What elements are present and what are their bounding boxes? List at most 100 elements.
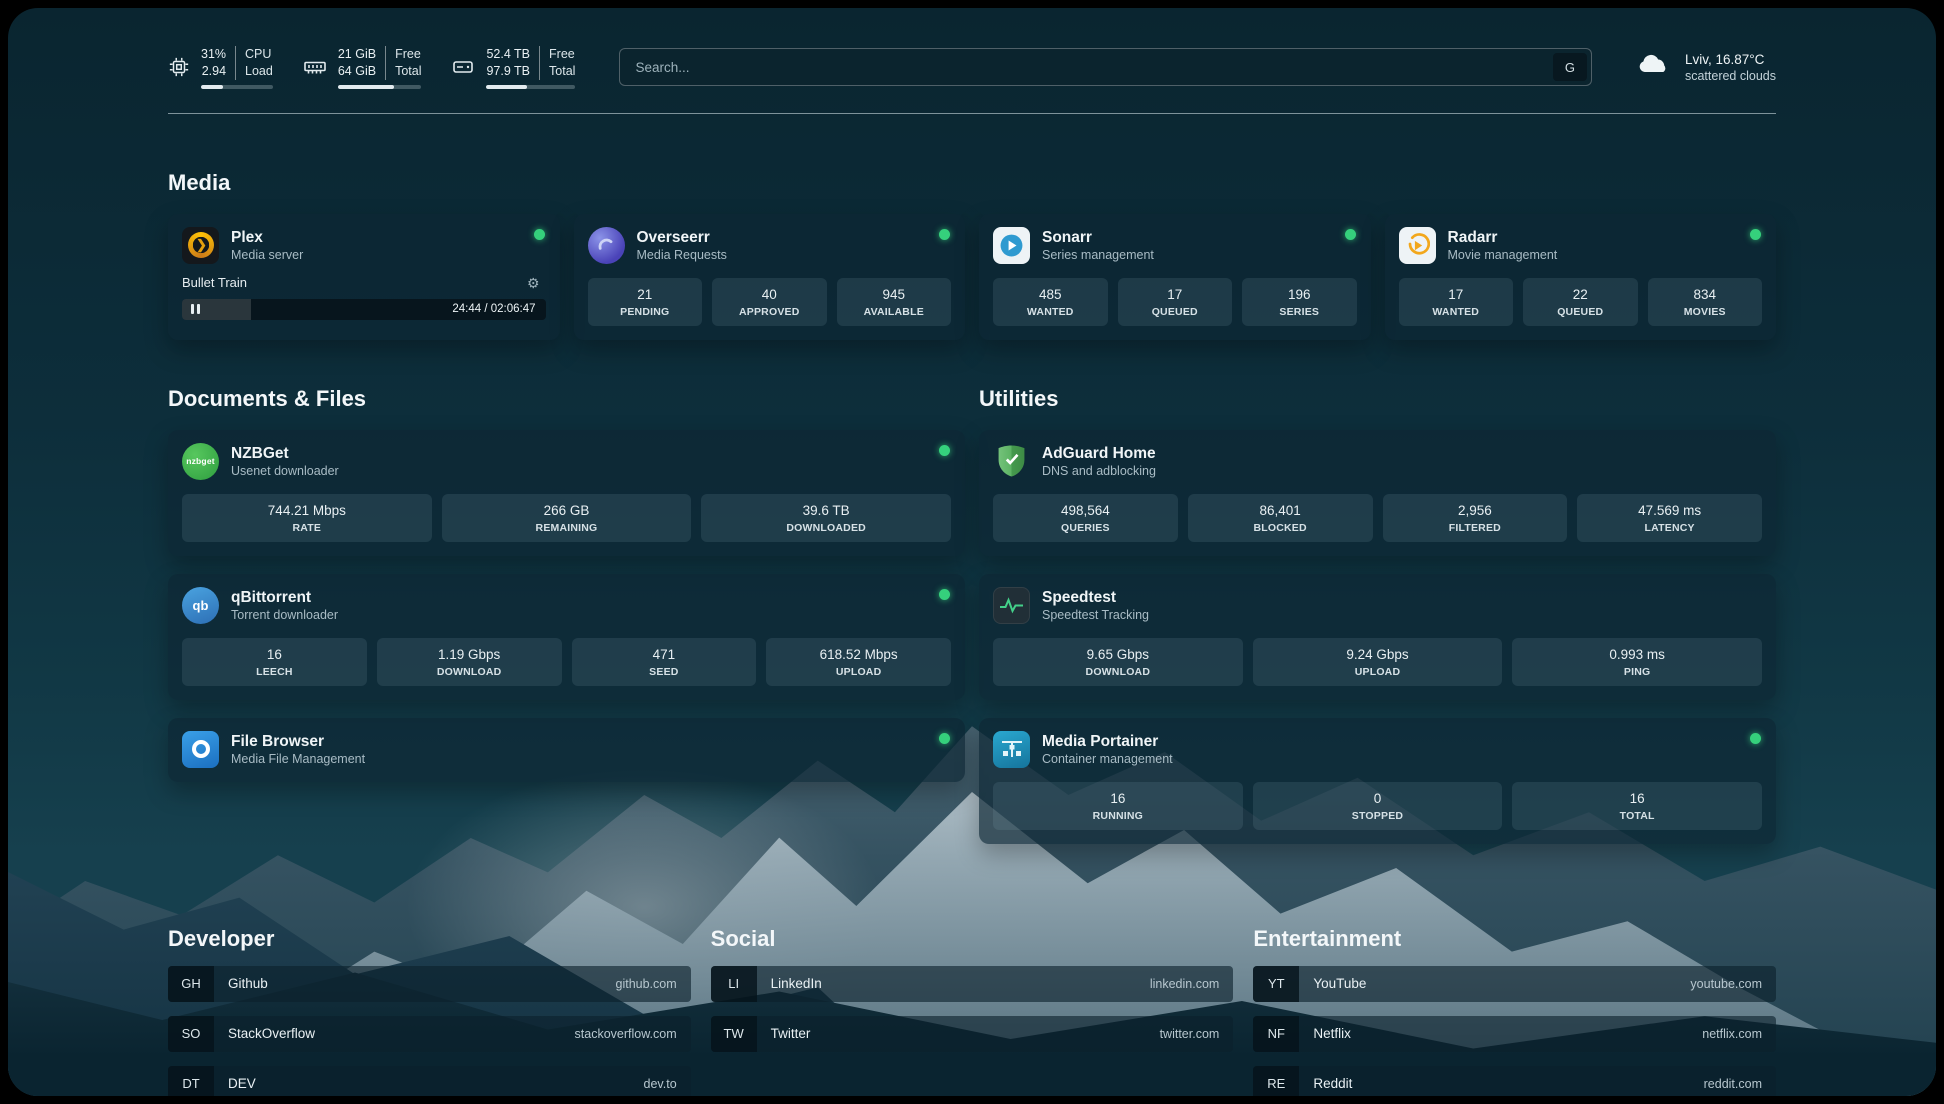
playback-time: 24:44 / 02:06:47 — [452, 303, 535, 315]
stat-tile: 21PENDING — [588, 278, 703, 326]
portainer-card[interactable]: Media Portainer Container management 16R… — [979, 718, 1776, 844]
app-desc: DNS and adblocking — [1042, 464, 1156, 478]
plex-card[interactable]: ❯ Plex Media server Bullet Train ⚙ 24:44… — [168, 214, 560, 340]
overseerr-card[interactable]: Overseerr Media Requests 21PENDING 40APP… — [574, 214, 966, 340]
bookmark-name: YouTube — [1313, 976, 1366, 991]
stat-tile: 266 GBREMAINING — [442, 494, 692, 542]
app-desc: Torrent downloader — [231, 608, 338, 622]
app-desc: Media Requests — [637, 248, 727, 262]
stat-tile: 2,956FILTERED — [1383, 494, 1568, 542]
status-dot — [939, 733, 950, 744]
app-desc: Media server — [231, 248, 303, 262]
stat-tile: 618.52 MbpsUPLOAD — [766, 638, 951, 686]
status-dot — [939, 229, 950, 240]
status-dot — [1750, 733, 1761, 744]
radarr-icon — [1399, 227, 1436, 264]
bookmark-github[interactable]: GH Github github.com — [168, 966, 691, 1002]
filebrowser-card[interactable]: File Browser Media File Management — [168, 718, 965, 782]
app-name: AdGuard Home — [1042, 444, 1156, 463]
stat-tile: 86,401BLOCKED — [1188, 494, 1373, 542]
app-desc: Container management — [1042, 752, 1173, 766]
gear-icon[interactable]: ⚙ — [521, 275, 546, 291]
bookmark-linkedin[interactable]: LI LinkedIn linkedin.com — [711, 966, 1234, 1002]
bookmark-name: Reddit — [1313, 1076, 1352, 1091]
bookmark-url: youtube.com — [1690, 977, 1762, 991]
documents-column: Documents & Files nzbget NZBGet Usenet d… — [168, 386, 965, 862]
dashboard-screen: 31% CPU 2.94 Load 21 GiB — [8, 8, 1936, 1096]
bookmark-netflix[interactable]: NF Netflix netflix.com — [1253, 1016, 1776, 1052]
search-engine-button[interactable]: G — [1553, 53, 1587, 81]
section-title-utilities: Utilities — [979, 386, 1776, 412]
bookmark-url: netflix.com — [1702, 1027, 1762, 1041]
bookmark-name: Twitter — [771, 1026, 811, 1041]
cpu-usage-value: 31% — [201, 46, 235, 63]
weather-location: Lviv, 16.87°C — [1685, 52, 1776, 67]
bookmark-youtube[interactable]: YT YouTube youtube.com — [1253, 966, 1776, 1002]
disk-total-value: 97.9 TB — [486, 63, 539, 80]
radarr-card[interactable]: Radarr Movie management 17WANTED 22QUEUE… — [1385, 214, 1777, 340]
weather-condition: scattered clouds — [1685, 69, 1776, 83]
app-name: qBittorrent — [231, 588, 338, 607]
bookmark-reddit[interactable]: RE Reddit reddit.com — [1253, 1066, 1776, 1096]
app-desc: Media File Management — [231, 752, 365, 766]
stat-tile: 16LEECH — [182, 638, 367, 686]
status-dot — [1750, 229, 1761, 240]
app-name: Plex — [231, 228, 303, 247]
search-input[interactable] — [619, 48, 1592, 86]
app-desc: Usenet downloader — [231, 464, 339, 478]
overseerr-icon — [588, 227, 625, 264]
cpu-load-label: Load — [235, 63, 273, 80]
stat-tile: 17QUEUED — [1118, 278, 1233, 326]
weather-widget[interactable]: Lviv, 16.87°C scattered clouds — [1636, 51, 1776, 83]
disk-free-label: Free — [539, 46, 575, 63]
app-name: Sonarr — [1042, 228, 1154, 247]
stat-tile: 16RUNNING — [993, 782, 1243, 830]
bookmark-abbr: SO — [168, 1016, 214, 1052]
nzbget-card[interactable]: nzbget NZBGet Usenet downloader 744.21 M… — [168, 430, 965, 556]
section-title-media: Media — [168, 170, 1776, 196]
bookmark-abbr: LI — [711, 966, 757, 1002]
storage-metric: 52.4 TB Free 97.9 TB Total — [451, 46, 575, 89]
qbittorrent-card[interactable]: qb qBittorrent Torrent downloader 16LEEC… — [168, 574, 965, 700]
ram-total-label: Total — [385, 63, 421, 80]
header-divider — [168, 113, 1776, 114]
app-desc: Movie management — [1448, 248, 1558, 262]
app-name: Speedtest — [1042, 588, 1149, 607]
speedtest-icon — [993, 587, 1030, 624]
bookmark-url: linkedin.com — [1150, 977, 1219, 991]
media-grid: ❯ Plex Media server Bullet Train ⚙ 24:44… — [168, 214, 1776, 340]
speedtest-card[interactable]: Speedtest Speedtest Tracking 9.65 GbpsDO… — [979, 574, 1776, 700]
storage-icon — [451, 55, 475, 79]
bookmark-twitter[interactable]: TW Twitter twitter.com — [711, 1016, 1234, 1052]
stat-tile: 498,564QUERIES — [993, 494, 1178, 542]
bookmark-abbr: TW — [711, 1016, 757, 1052]
bookmark-url: twitter.com — [1160, 1027, 1220, 1041]
playback-progress-bar[interactable]: 24:44 / 02:06:47 — [182, 299, 546, 320]
bookmark-abbr: NF — [1253, 1016, 1299, 1052]
section-title-developer: Developer — [168, 926, 691, 952]
section-title-documents: Documents & Files — [168, 386, 965, 412]
bookmark-stackoverflow[interactable]: SO StackOverflow stackoverflow.com — [168, 1016, 691, 1052]
entertainment-bookmarks: Entertainment YT YouTube youtube.com NF … — [1253, 926, 1776, 1096]
stat-tile: 196SERIES — [1242, 278, 1357, 326]
memory-metric: 21 GiB Free 64 GiB Total — [303, 46, 422, 89]
bookmark-abbr: DT — [168, 1066, 214, 1096]
bookmark-dev[interactable]: DT DEV dev.to — [168, 1066, 691, 1096]
status-dot — [939, 445, 950, 456]
stat-tile: 471SEED — [572, 638, 757, 686]
stat-tile: 0STOPPED — [1253, 782, 1503, 830]
app-name: Media Portainer — [1042, 732, 1173, 751]
top-bar: 31% CPU 2.94 Load 21 GiB — [168, 8, 1776, 89]
adguard-card[interactable]: AdGuard Home DNS and adblocking 498,564Q… — [979, 430, 1776, 556]
status-dot — [939, 589, 950, 600]
sonarr-card[interactable]: Sonarr Series management 485WANTED 17QUE… — [979, 214, 1371, 340]
developer-bookmarks: Developer GH Github github.com SO StackO… — [168, 926, 691, 1096]
bookmark-url: dev.to — [644, 1077, 677, 1091]
disk-progress-bar — [486, 85, 575, 89]
disk-free-value: 52.4 TB — [486, 46, 539, 63]
stat-tile: 9.65 GbpsDOWNLOAD — [993, 638, 1243, 686]
disk-total-label: Total — [539, 63, 575, 80]
stat-tile: 16TOTAL — [1512, 782, 1762, 830]
pause-icon[interactable] — [191, 304, 200, 314]
bookmark-name: DEV — [228, 1076, 256, 1091]
